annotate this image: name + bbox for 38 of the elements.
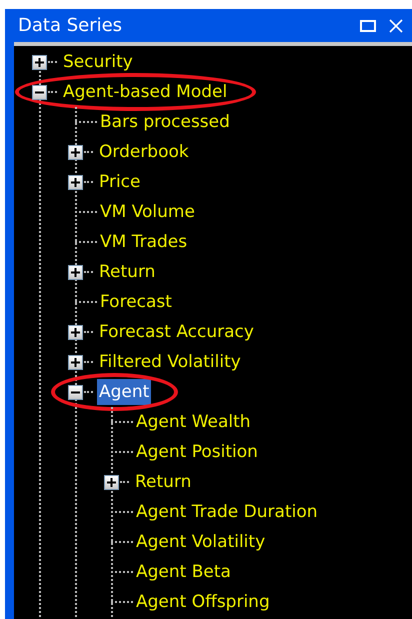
maximize-icon xyxy=(360,20,376,32)
expand-toggle[interactable] xyxy=(68,324,83,340)
tree-item[interactable]: Agent xyxy=(97,379,152,405)
collapse-toggle[interactable] xyxy=(32,84,47,100)
tree-item[interactable]: Agent-based Model xyxy=(61,79,230,105)
expand-toggle[interactable] xyxy=(68,174,83,190)
expand-toggle[interactable] xyxy=(104,474,119,490)
plus-icon xyxy=(71,328,80,336)
tree-item[interactable]: Orderbook xyxy=(97,139,191,165)
plus-icon xyxy=(107,478,116,486)
tree-item[interactable]: Agent Beta xyxy=(134,559,233,585)
plus-icon xyxy=(71,178,80,186)
plus-icon xyxy=(71,268,80,276)
tree-item[interactable]: Agent Volatility xyxy=(134,529,268,555)
expand-toggle[interactable] xyxy=(68,354,83,370)
tree-item[interactable]: Forecast Accuracy xyxy=(97,319,256,345)
tree-item[interactable]: Bars processed xyxy=(98,109,232,135)
tree-item[interactable]: VM Trades xyxy=(98,229,190,255)
tree-item[interactable]: Agent Position xyxy=(134,439,260,465)
tree-item[interactable]: Filtered Volatility xyxy=(97,349,243,375)
plus-icon xyxy=(71,358,80,366)
collapse-toggle[interactable] xyxy=(68,384,83,400)
tree-item[interactable]: Return xyxy=(133,469,194,495)
plus-icon xyxy=(35,58,44,66)
tree-item[interactable]: Agent Trade Duration xyxy=(134,499,320,525)
plus-icon xyxy=(71,148,80,156)
tree-item[interactable]: Return xyxy=(97,259,158,285)
tree-item[interactable]: VM Volume xyxy=(98,199,197,225)
expand-toggle[interactable] xyxy=(32,54,47,70)
close-icon xyxy=(389,18,403,32)
expand-toggle[interactable] xyxy=(68,144,83,160)
window-title: Data Series xyxy=(18,14,124,38)
tree-item[interactable]: Security xyxy=(61,49,135,75)
tree-item[interactable]: Agent Offspring xyxy=(134,589,272,615)
tree-item[interactable]: Price xyxy=(97,169,142,195)
tree-item[interactable]: Agent Wealth xyxy=(134,409,253,435)
expand-toggle[interactable] xyxy=(68,264,83,280)
tree-item[interactable]: Forecast xyxy=(98,289,174,315)
